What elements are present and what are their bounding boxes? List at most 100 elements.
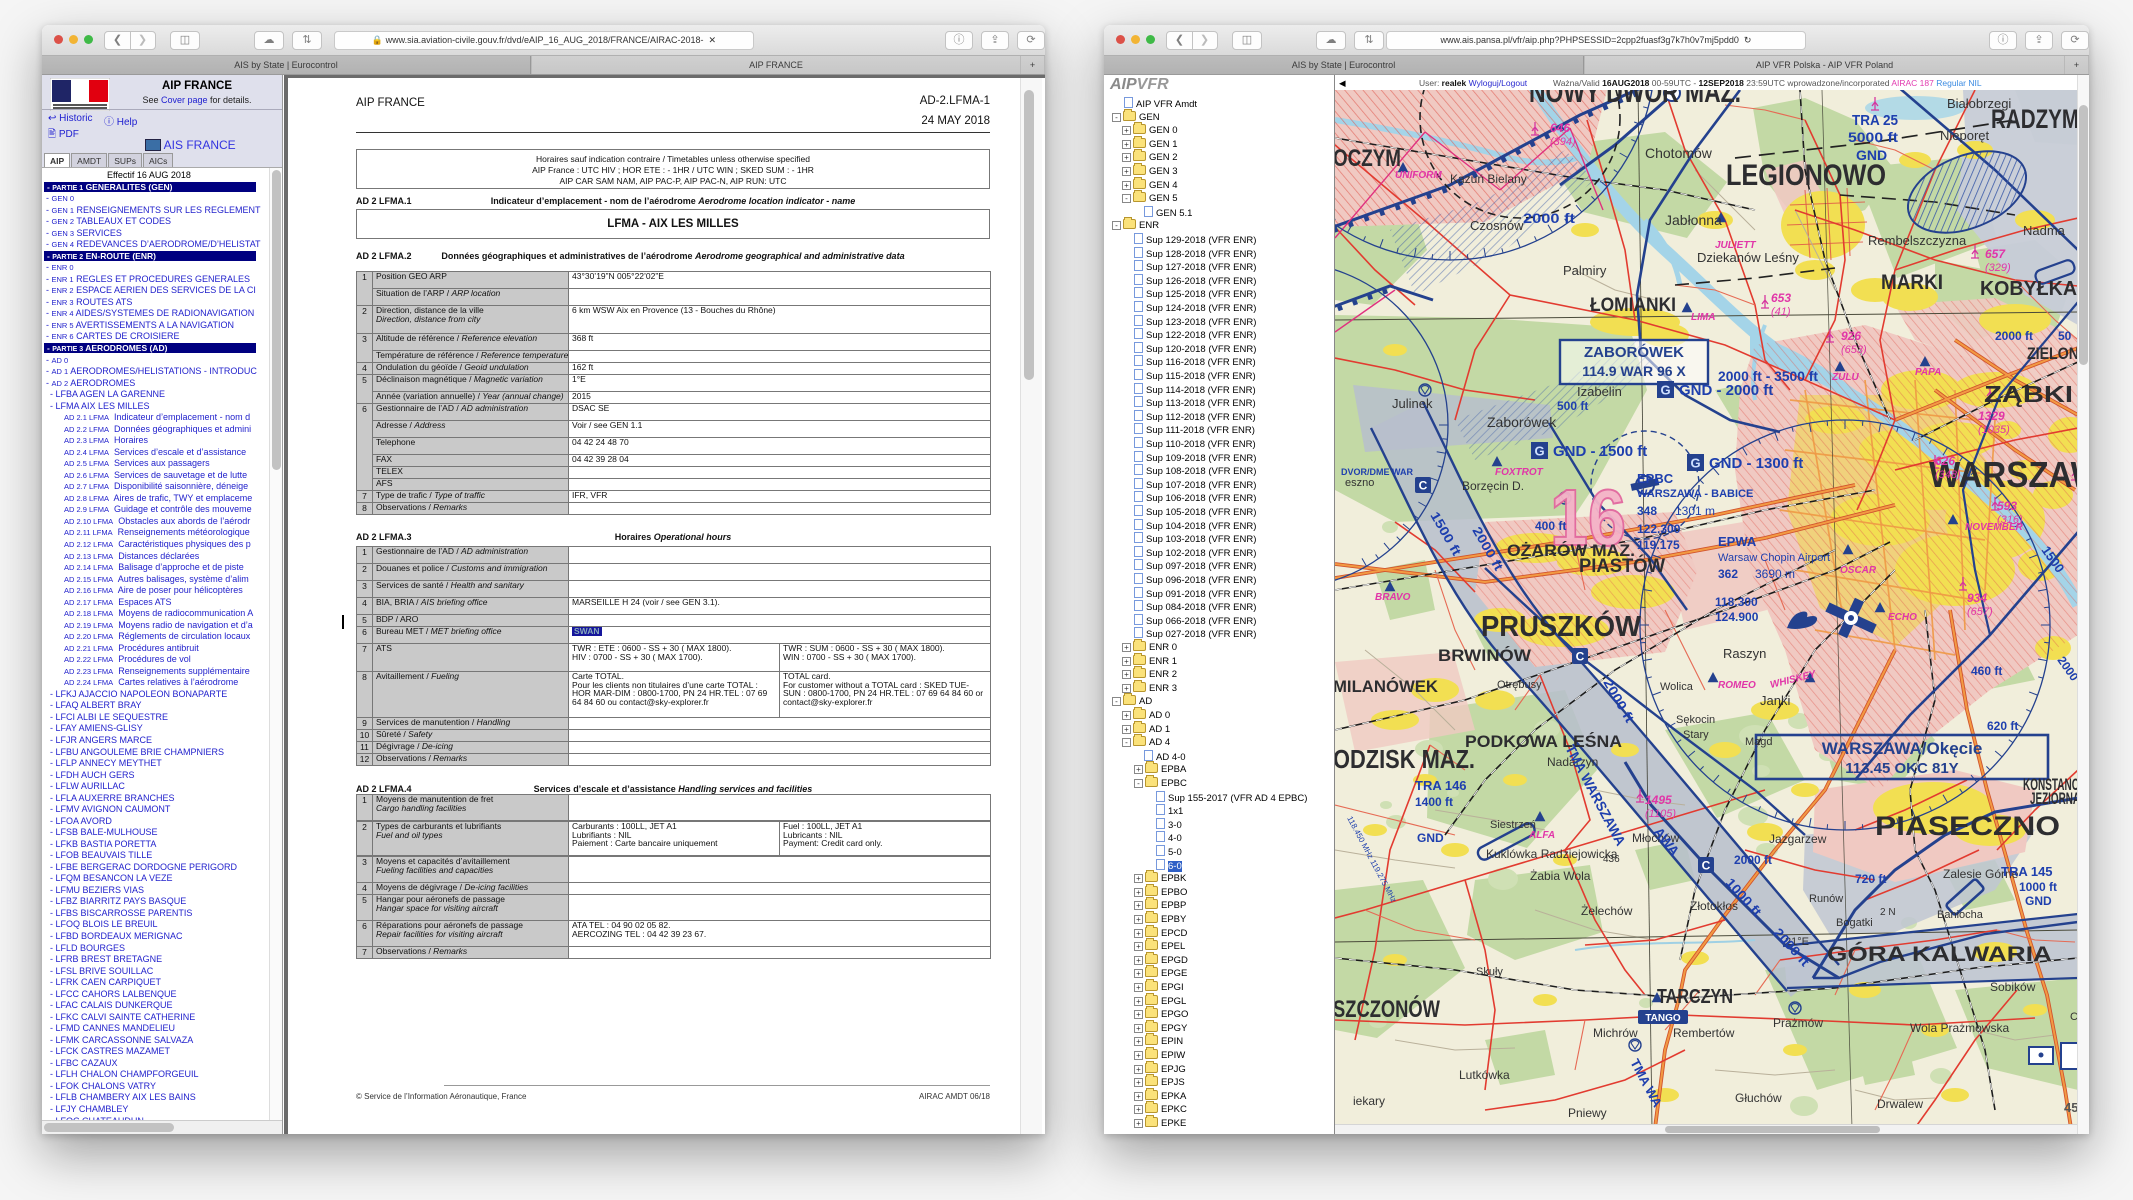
svg-text:Baniocha: Baniocha — [1937, 909, 1984, 921]
svg-text:PIASECZNO: PIASECZNO — [1875, 811, 2060, 841]
svg-text:PRUSZKÓW: PRUSZKÓW — [1481, 609, 1642, 643]
svg-text:436: 436 — [1603, 854, 1620, 865]
svg-text:Jabłonna: Jabłonna — [1665, 212, 1722, 228]
svg-text:Izabelin: Izabelin — [1577, 384, 1622, 399]
svg-text:ROMEO: ROMEO — [1718, 680, 1756, 691]
svg-text:Sękocin: Sękocin — [1676, 714, 1715, 726]
svg-text:GND: GND — [1417, 831, 1444, 845]
svg-text:Białobrzegi: Białobrzegi — [1947, 96, 2011, 111]
svg-text:Czosnów: Czosnów — [1470, 218, 1524, 233]
svg-text:2 N: 2 N — [1880, 907, 1896, 918]
svg-text:Jazgarzew: Jazgarzew — [1769, 832, 1827, 846]
svg-text:TRA 146: TRA 146 — [1415, 778, 1467, 793]
svg-text:C: C — [1576, 650, 1585, 664]
svg-text:657: 657 — [1985, 247, 2006, 261]
svg-text:459: 459 — [2064, 1100, 2078, 1115]
svg-text:Kuklówka Radziejowicka: Kuklówka Radziejowicka — [1486, 847, 1618, 861]
svg-text:GND - 1500 ft: GND - 1500 ft — [1553, 443, 1647, 460]
svg-text:GND: GND — [2025, 894, 2052, 908]
svg-text:Janki: Janki — [1760, 693, 1790, 708]
svg-text:122.300: 122.300 — [1637, 522, 1681, 536]
svg-text:ECHO: ECHO — [1888, 612, 1917, 623]
svg-text:1000 ft: 1000 ft — [2019, 880, 2057, 894]
svg-text:MILANÓWEK: MILANÓWEK — [1335, 677, 1439, 696]
svg-text:ALFA: ALFA — [1528, 830, 1555, 841]
svg-text:113.45 OKC 81Y: 113.45 OKC 81Y — [1845, 760, 1958, 777]
svg-text:626: 626 — [1935, 454, 1955, 468]
svg-text:(1105): (1105) — [1645, 808, 1676, 820]
svg-text:460 ft: 460 ft — [1971, 664, 2002, 678]
svg-text:SZCZONÓW: SZCZONÓW — [1335, 995, 1440, 1023]
svg-text:Złotokłos: Złotokłos — [1690, 899, 1738, 913]
svg-text:DVOR/DME WAR: DVOR/DME WAR — [1341, 467, 1414, 477]
svg-text:720 ft: 720 ft — [1855, 872, 1886, 886]
svg-text:NOVEMBER: NOVEMBER — [1965, 522, 2024, 533]
svg-text:593: 593 — [1997, 499, 2017, 513]
svg-text:MARKI: MARKI — [1881, 271, 1943, 294]
svg-text:LEGIONOWO: LEGIONOWO — [1726, 159, 1886, 192]
svg-text:Wola Prażmowska: Wola Prażmowska — [1910, 1021, 2009, 1035]
svg-text:Chotomów: Chotomów — [1645, 145, 1713, 161]
svg-text:Borzęcin D.: Borzęcin D. — [1462, 479, 1524, 493]
svg-text:3690 m: 3690 m — [1755, 567, 1795, 581]
svg-text:TARCZYN: TARCZYN — [1657, 986, 1733, 1008]
svg-text:C: C — [1419, 479, 1428, 493]
svg-text:Nadma: Nadma — [2023, 223, 2066, 238]
svg-text:119.175: 119.175 — [1637, 538, 1680, 552]
svg-text:Michrów: Michrów — [1593, 1026, 1638, 1040]
svg-text:1329: 1329 — [1978, 409, 2005, 423]
svg-text:TRA 25: TRA 25 — [1852, 112, 1898, 129]
svg-text:TANGO: TANGO — [1645, 1013, 1681, 1024]
svg-text:Sobików: Sobików — [1990, 980, 2036, 994]
svg-text:Warsaw Chopin Airport: Warsaw Chopin Airport — [1718, 552, 1830, 564]
svg-text:NOWY DWÓR MAZ.: NOWY DWÓR MAZ. — [1529, 90, 1741, 109]
svg-text:5000 ft: 5000 ft — [1848, 129, 1898, 145]
svg-text:GND: GND — [1856, 147, 1887, 163]
svg-text:500 ft: 500 ft — [1557, 399, 1588, 413]
svg-text:1400 ft: 1400 ft — [1415, 795, 1453, 809]
svg-text:Kazuń Bielany: Kazuń Bielany — [1450, 172, 1527, 186]
svg-text:2000 ft: 2000 ft — [1523, 210, 1575, 226]
svg-text:(41): (41) — [1771, 306, 1791, 318]
svg-text:(348): (348) — [1935, 469, 1961, 481]
svg-text:G: G — [1660, 383, 1670, 398]
svg-text:Lutkówka: Lutkówka — [1459, 1068, 1510, 1082]
svg-text:362: 362 — [1718, 567, 1738, 581]
svg-text:Rembertów: Rembertów — [1673, 1026, 1735, 1040]
svg-text:ZĄBKI: ZĄBKI — [1984, 381, 2073, 407]
svg-text:Stary: Stary — [1683, 729, 1709, 741]
svg-text:OŻARÓW MAZ.: OŻARÓW MAZ. — [1507, 541, 1635, 560]
svg-text:OCZYM: OCZYM — [1335, 145, 1401, 172]
svg-text:JEZIORNA: JEZIORNA — [2030, 789, 2078, 808]
svg-text:Prażmów: Prażmów — [1773, 1016, 1823, 1030]
svg-text:1495: 1495 — [1645, 793, 1672, 807]
svg-text:Głuchów: Głuchów — [1735, 1091, 1782, 1105]
svg-text:(653): (653) — [1841, 344, 1867, 356]
svg-text:Runów: Runów — [1809, 893, 1843, 905]
svg-text:Wolica: Wolica — [1660, 681, 1694, 693]
svg-text:(1035): (1035) — [1978, 424, 2010, 436]
svg-text:348: 348 — [1637, 504, 1657, 518]
svg-text:ZULU: ZULU — [1831, 372, 1859, 383]
svg-text:(394): (394) — [1550, 136, 1576, 148]
svg-text:Pniewy: Pniewy — [1568, 1106, 1607, 1120]
svg-text:Zaborówek: Zaborówek — [1487, 414, 1557, 430]
svg-text:620 ft: 620 ft — [1987, 719, 2018, 733]
svg-text:EPWA: EPWA — [1718, 534, 1757, 549]
svg-text:Bogatki: Bogatki — [1836, 917, 1873, 929]
svg-text:ŁOMIANKI: ŁOMIANKI — [1590, 295, 1676, 316]
svg-text:PAPA: PAPA — [1915, 367, 1941, 378]
svg-text:GND - 1300 ft: GND - 1300 ft — [1709, 455, 1803, 472]
svg-text:50: 50 — [2058, 329, 2072, 343]
svg-text:ODZISK MAZ.: ODZISK MAZ. — [1335, 744, 1475, 774]
svg-text:TRA 145: TRA 145 — [2001, 864, 2053, 879]
svg-text:WARSZAWA/Okęcie: WARSZAWA/Okęcie — [1822, 739, 1983, 758]
svg-text:GND - 2000 ft: GND - 2000 ft — [1679, 382, 1773, 399]
svg-text:PODKOWA LEŚNA: PODKOWA LEŚNA — [1465, 732, 1622, 751]
svg-text:Żabia Wola: Żabia Wola — [1530, 869, 1591, 883]
svg-text:Nieporęt: Nieporęt — [1940, 128, 1990, 143]
svg-text:926: 926 — [1841, 329, 1861, 343]
svg-text:2000 ft: 2000 ft — [1734, 853, 1772, 867]
svg-text:BRAVO: BRAVO — [1375, 592, 1411, 603]
svg-text:Otrębusy: Otrębusy — [1497, 679, 1542, 691]
